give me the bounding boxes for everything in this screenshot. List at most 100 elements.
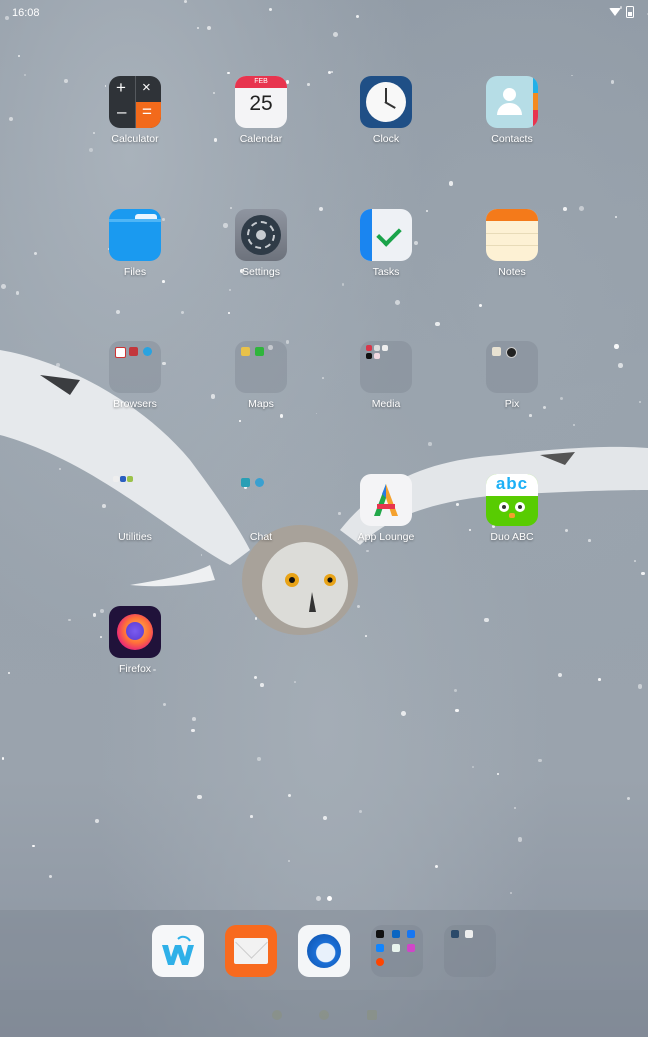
status-bar: 16:08 <box>0 0 648 26</box>
social-mini-icon <box>407 944 415 952</box>
app-settings[interactable]: Settings <box>211 209 311 278</box>
dock-thunderbird-app[interactable] <box>298 925 350 977</box>
owl-tail-feather <box>130 565 215 587</box>
snowflake <box>196 794 202 800</box>
media-mini-icon <box>366 345 372 351</box>
folder-label: Chat <box>249 531 273 543</box>
app-files[interactable]: Files <box>85 209 185 278</box>
facebook-mini-icon <box>407 930 415 938</box>
folder-pix[interactable]: Pix <box>462 341 562 410</box>
app-label: Settings <box>242 266 280 278</box>
navigation-bar <box>0 990 648 1037</box>
page-dot-current[interactable] <box>327 896 332 901</box>
browser-mini-icon <box>129 347 138 356</box>
snowflake <box>333 31 339 37</box>
chat-mini-icon <box>241 478 250 487</box>
misc-mini-icon <box>451 930 459 938</box>
utility-mini-icon <box>127 476 133 482</box>
dock-weather-app[interactable] <box>152 925 204 977</box>
dock <box>0 910 648 990</box>
folder-label: Media <box>371 398 401 410</box>
page-dot[interactable] <box>316 896 321 901</box>
tasks-checkmark-icon <box>360 209 412 261</box>
app-calendar[interactable]: FEB 25 Calendar <box>211 76 311 145</box>
settings-gear-icon <box>235 209 287 261</box>
app-notes[interactable]: Notes <box>462 209 562 278</box>
folder-label: Pix <box>504 398 520 410</box>
media-mini-icon <box>374 345 380 351</box>
app-label: Files <box>123 266 147 278</box>
utilities-folder-icon <box>109 474 161 526</box>
calendar-icon: FEB 25 <box>235 76 287 128</box>
folder-browsers[interactable]: Browsers <box>85 341 185 410</box>
snowflake <box>394 300 400 306</box>
home-button[interactable] <box>319 1010 329 1020</box>
snowflake <box>250 815 253 818</box>
browser-mini-icon <box>115 347 126 358</box>
snowflake <box>478 304 482 308</box>
app-calculator[interactable]: + × – = Calculator <box>85 76 185 145</box>
snowflake <box>180 310 185 314</box>
media-mini-icon <box>366 353 372 359</box>
folder-media[interactable]: Media <box>336 341 436 410</box>
contacts-icon <box>486 76 538 128</box>
snowflake <box>256 756 261 761</box>
app-app-lounge[interactable]: App Lounge <box>336 474 436 543</box>
snowflake <box>455 708 459 712</box>
snowflake <box>510 892 512 894</box>
misc-mini-icon <box>465 930 473 938</box>
app-clock[interactable]: Clock <box>336 76 436 145</box>
pix-folder-icon <box>486 341 538 393</box>
pix-mini-icon <box>492 347 501 356</box>
snowflake <box>226 71 230 75</box>
app-firefox[interactable]: Firefox <box>85 606 185 675</box>
thunderbird-icon <box>307 934 341 968</box>
weather-app-icon <box>162 935 194 965</box>
calculator-icon: + × – = <box>109 76 161 128</box>
chat-mini-icon <box>255 478 264 487</box>
owl-face <box>262 542 348 628</box>
snowflake <box>260 683 264 687</box>
snowflake <box>318 206 323 211</box>
snowflake <box>449 181 454 186</box>
snowflake <box>15 291 20 295</box>
app-label: App Lounge <box>357 531 415 543</box>
snowflake <box>563 206 568 211</box>
snowflake <box>597 678 601 682</box>
snowflake <box>197 26 200 29</box>
back-button[interactable] <box>272 1010 282 1020</box>
app-label: Clock <box>372 133 400 145</box>
snowflake <box>434 864 438 868</box>
snowflake <box>472 765 474 768</box>
clock-icon <box>360 76 412 128</box>
maps-folder-icon <box>235 341 287 393</box>
app-tasks[interactable]: Tasks <box>336 209 436 278</box>
snowflake <box>191 717 196 722</box>
media-mini-icon <box>382 345 388 351</box>
dock-social-folder[interactable] <box>371 925 423 977</box>
maps-mini-icon <box>255 347 264 356</box>
wifi-icon <box>609 8 621 16</box>
snowflake <box>161 280 165 284</box>
app-label: Tasks <box>372 266 400 278</box>
maps-mini-icon <box>241 347 250 356</box>
dock-mail-app[interactable] <box>225 925 277 977</box>
folder-utilities[interactable]: Utilities <box>85 474 185 543</box>
app-duo-abc[interactable]: abc Duo ABC <box>462 474 562 543</box>
media-mini-icon <box>374 353 380 359</box>
files-folder-icon <box>109 209 161 261</box>
firefox-icon <box>109 606 161 658</box>
folder-maps[interactable]: Maps <box>211 341 311 410</box>
chat-folder-icon <box>235 474 287 526</box>
snowflake <box>94 818 99 823</box>
utility-mini-icon <box>113 476 119 482</box>
app-label: Contacts <box>491 133 533 145</box>
app-label: Duo ABC <box>490 531 534 543</box>
snowflake <box>578 206 584 211</box>
snowflake <box>115 309 120 315</box>
status-time: 16:08 <box>12 7 40 19</box>
dock-misc-folder[interactable] <box>444 925 496 977</box>
folder-chat[interactable]: Chat <box>211 474 311 543</box>
recents-button[interactable] <box>367 1010 377 1020</box>
app-contacts[interactable]: Contacts <box>462 76 562 145</box>
